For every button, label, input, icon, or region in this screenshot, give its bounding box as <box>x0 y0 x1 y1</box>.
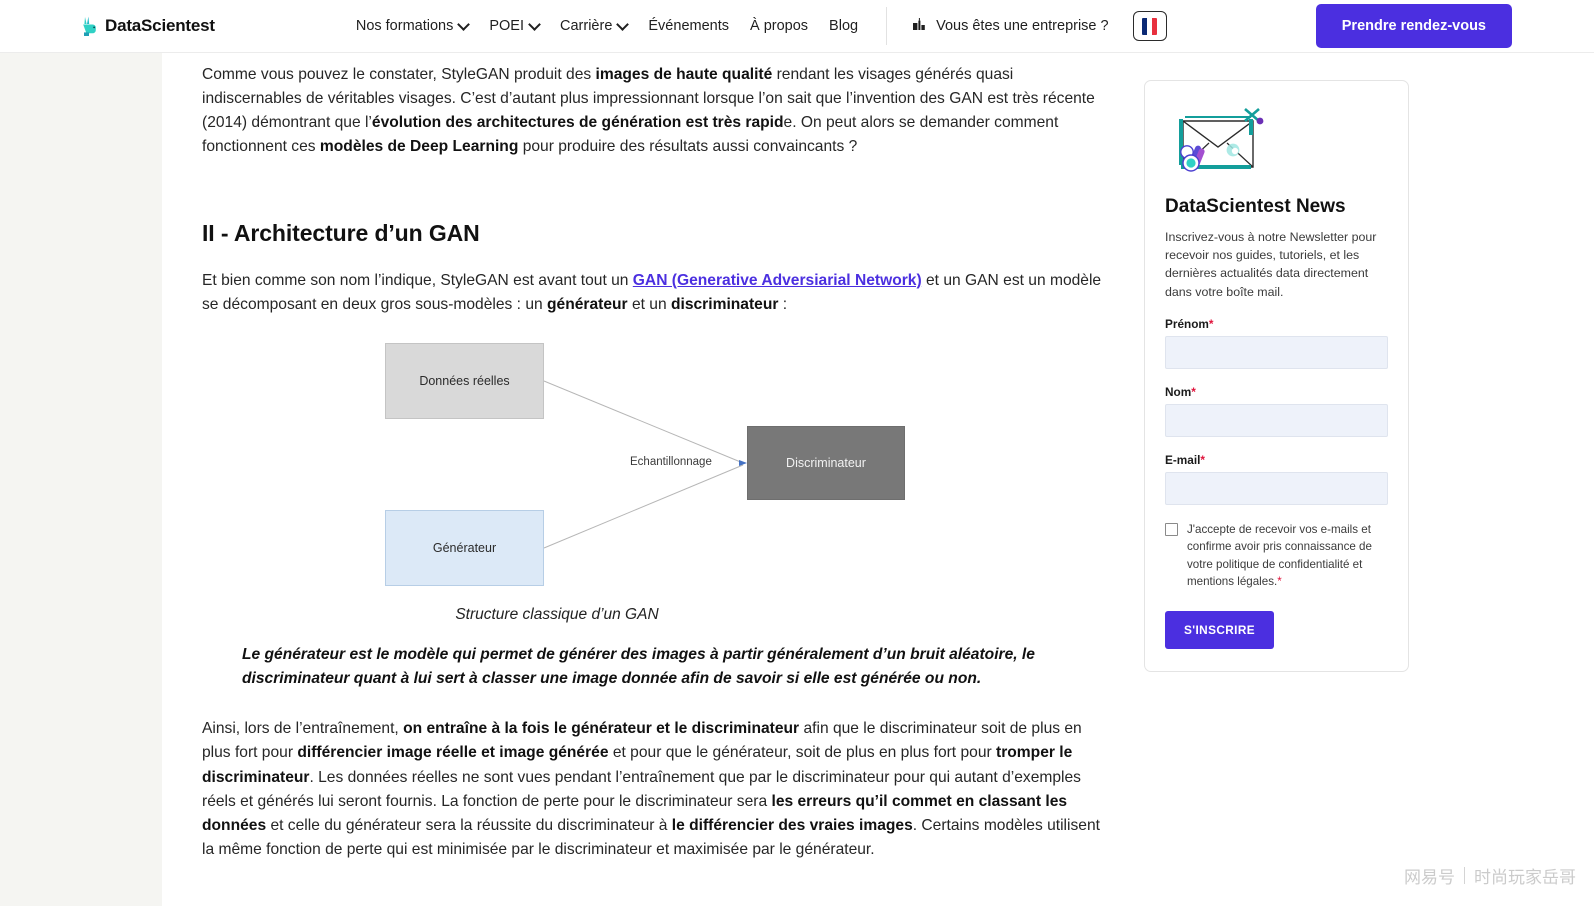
prendre-rendez-vous-button[interactable]: Prendre rendez-vous <box>1315 4 1512 48</box>
gan-architecture-figure: Données réelles Générateur Discriminateu… <box>202 342 1102 643</box>
required-marker: * <box>1200 452 1205 467</box>
nav-label: POEI <box>489 18 525 34</box>
logo-text: DataScientest <box>105 16 215 35</box>
label-nom: Nom* <box>1165 385 1388 399</box>
text-run-bold: discriminateur <box>670 295 779 313</box>
diagram-box-discriminator: Discriminateur <box>747 425 905 500</box>
nav-item-poei[interactable]: POEI <box>489 18 539 34</box>
text-run-bold: images de haute qualité <box>595 66 773 83</box>
enterprise-label: Vous êtes une entreprise ? <box>936 18 1109 34</box>
site-header: DataScientest Nos formations POEI Carriè… <box>0 0 1594 53</box>
text-run: Ainsi, lors de l’entraînement, <box>202 720 404 738</box>
chevron-down-icon <box>530 20 539 29</box>
enterprise-link[interactable]: Vous êtes une entreprise ? <box>911 16 1109 36</box>
gan-diagram: Données réelles Générateur Discriminateu… <box>385 342 1085 598</box>
chevron-down-icon <box>459 20 468 29</box>
text-run-bold: générateur <box>547 295 628 313</box>
paragraph-training: Ainsi, lors de l’entraînement, on entraî… <box>202 717 1102 862</box>
label-email: E-mail* <box>1165 453 1388 467</box>
text-run: et pour que le générateur, soit de plus … <box>608 744 997 762</box>
field-label-text: Prénom <box>1165 316 1209 331</box>
paragraph-gan-definition: Et bien comme son nom l’indique, StyleGA… <box>202 269 1102 317</box>
watermark: 网易号 时尚玩家岳哥 <box>1404 863 1576 888</box>
text-run: pour produire des résultats aussi convai… <box>518 138 858 156</box>
text-run: et celle du générateur sera la réussite … <box>266 816 672 834</box>
text-run-bold: évolution des architectures de génératio… <box>371 114 784 132</box>
text-run-bold: le différencier des vraies images <box>671 816 913 834</box>
paragraph-intro: Comme vous pouvez le constater, StyleGAN… <box>202 63 1102 160</box>
figure-caption: Structure classique d’un GAN <box>455 605 659 623</box>
nav-label: Blog <box>829 18 859 34</box>
nav-item-a-propos[interactable]: À propos <box>750 18 808 34</box>
paragraph-quote: Le générateur est le modèle qui permet d… <box>242 645 1035 688</box>
nav-label: Nos formations <box>355 18 454 34</box>
label-prenom: Prénom* <box>1165 317 1388 331</box>
building-icon <box>911 16 927 36</box>
consent-checkbox[interactable] <box>1165 522 1178 536</box>
nav-item-nos-formations[interactable]: Nos formations <box>356 18 469 34</box>
article-body: Comme vous pouvez le constater, StyleGAN… <box>202 53 1102 884</box>
text-run-bold: on entraîne à la fois le générateur et l… <box>403 720 800 738</box>
chevron-down-icon <box>618 20 627 29</box>
nav-label: À propos <box>750 18 809 34</box>
rabbit-logo-icon <box>82 16 99 37</box>
main-nav: Nos formations POEI Carrière Événements … <box>356 18 858 34</box>
watermark-source: 网易号 <box>1404 868 1455 888</box>
french-flag-icon <box>1142 17 1158 35</box>
newsletter-envelope-icon <box>1165 105 1388 186</box>
watermark-divider <box>1464 867 1465 884</box>
header-divider <box>886 7 888 45</box>
field-label-text: E-mail <box>1165 452 1201 467</box>
email-input[interactable] <box>1165 471 1388 505</box>
diagram-box-generator: Générateur <box>385 509 544 586</box>
newsletter-card: DataScientest News Inscrivez-vous à notr… <box>1144 80 1409 672</box>
language-selector[interactable] <box>1132 11 1167 41</box>
logo[interactable]: DataScientest <box>82 16 215 37</box>
consent-label: J'accepte de recevoir vos e-mails et con… <box>1187 521 1388 591</box>
text-run: et un <box>627 295 671 313</box>
text-run-bold: différencier image réelle et image génér… <box>297 744 609 762</box>
page-canvas: Comme vous pouvez le constater, StyleGAN… <box>162 53 1594 906</box>
nom-input[interactable] <box>1165 403 1388 437</box>
nav-item-carriere[interactable]: Carrière <box>560 18 627 34</box>
watermark-author: 时尚玩家岳哥 <box>1474 868 1576 888</box>
field-label-text: Nom <box>1165 384 1192 399</box>
consent-row: J'accepte de recevoir vos e-mails et con… <box>1165 521 1388 591</box>
nav-item-blog[interactable]: Blog <box>829 18 858 34</box>
text-run: : <box>778 295 788 313</box>
text-run-bold: modèles de Deep Learning <box>319 138 519 156</box>
section-heading: II - Architecture d’un GAN <box>202 219 480 246</box>
text-run: Comme vous pouvez le constater, StyleGAN… <box>202 66 596 83</box>
gan-link[interactable]: GAN (Generative Adversiarial Network) <box>633 272 922 289</box>
nav-label: Carrière <box>560 18 613 34</box>
nav-item-evenements[interactable]: Événements <box>648 18 729 34</box>
required-marker: * <box>1277 575 1282 589</box>
required-marker: * <box>1208 316 1214 331</box>
newsletter-title: DataScientest News <box>1165 196 1346 217</box>
subscribe-button[interactable]: S'INSCRIRE <box>1165 610 1275 649</box>
prenom-input[interactable] <box>1165 335 1388 369</box>
diagram-box-real-data: Données réelles <box>385 342 544 419</box>
text-run: Et bien comme son nom l’indique, StyleGA… <box>202 271 633 289</box>
newsletter-description: Inscrivez-vous à notre Newsletter pour r… <box>1165 230 1377 299</box>
diagram-edge-label-echantillonnage: Echantillonnage <box>627 455 715 468</box>
nav-label: Événements <box>648 18 729 34</box>
required-marker: * <box>1191 384 1196 399</box>
